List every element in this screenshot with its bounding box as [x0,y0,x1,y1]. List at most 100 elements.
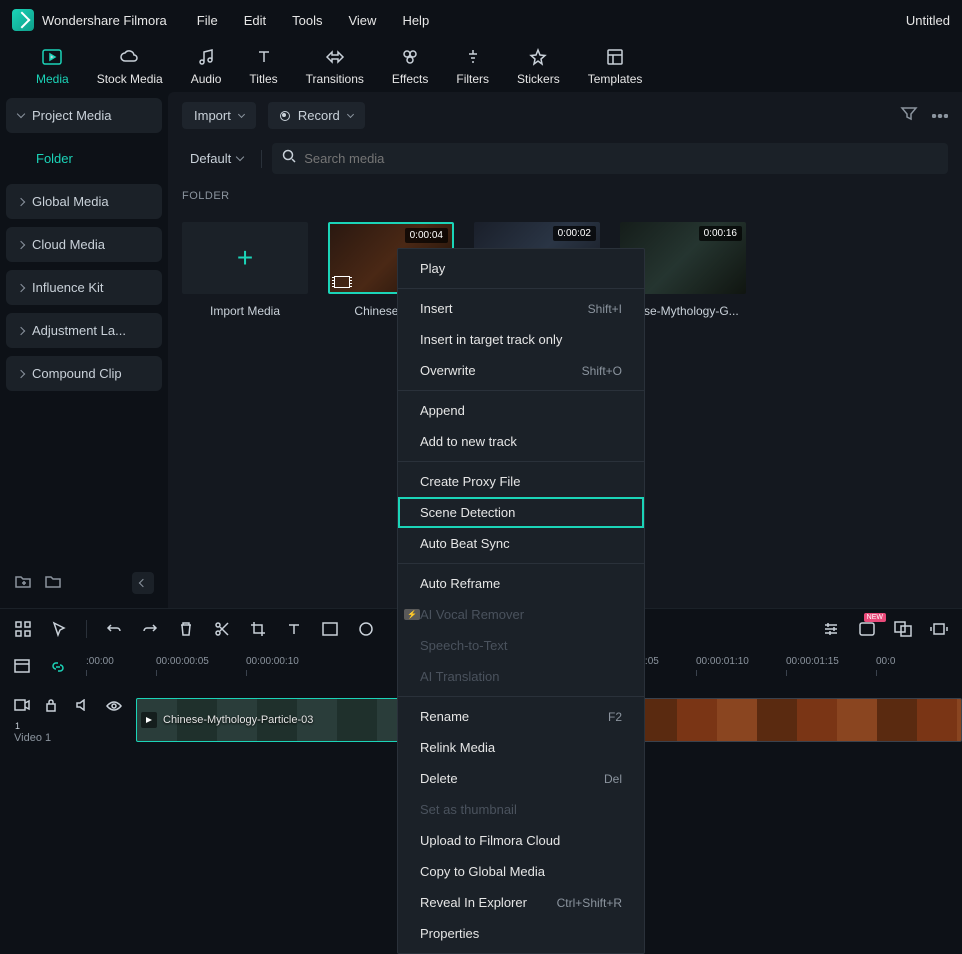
folder-icon[interactable] [44,574,62,592]
sidebar-influence-kit[interactable]: Influence Kit [6,270,162,305]
ctx-reveal-explorer[interactable]: Reveal In ExplorerCtrl+Shift+R [398,887,644,918]
chevron-right-icon [17,197,25,205]
filmstrip-icon [334,276,350,288]
more-icon[interactable] [932,105,948,126]
menu-edit[interactable]: Edit [244,13,266,28]
chevron-down-icon [17,110,25,118]
music-icon [195,46,217,68]
ctx-play[interactable]: Play [398,253,644,284]
ctx-set-thumbnail: Set as thumbnail [398,794,644,825]
chevron-down-icon [238,110,245,117]
menu-view[interactable]: View [348,13,376,28]
split-icon[interactable] [213,620,231,638]
tab-stock-media[interactable]: Stock Media [83,46,177,86]
lock-icon[interactable] [45,698,62,716]
import-dropdown[interactable]: Import [182,102,256,129]
context-menu: Play InsertShift+I Insert in target trac… [397,248,645,954]
tab-media[interactable]: Media [22,46,83,86]
tab-effects[interactable]: Effects [378,46,442,86]
delete-icon[interactable] [177,620,195,638]
chevron-right-icon [17,283,25,291]
sidebar-project-media[interactable]: Project Media [6,98,162,133]
ctx-create-proxy[interactable]: Create Proxy File [398,466,644,497]
chevron-right-icon [17,240,25,248]
collapse-sidebar-button[interactable] [132,572,154,594]
ctx-upload-cloud[interactable]: Upload to Filmora Cloud [398,825,644,856]
ai-tool-icon[interactable] [858,620,876,638]
text-tool-icon[interactable] [285,620,303,638]
text-icon [253,46,275,68]
category-tabs: Media Stock Media Audio Titles Transitio… [0,40,962,92]
chevron-down-icon [236,153,244,161]
crop-icon[interactable] [249,620,267,638]
aspect-icon[interactable] [321,620,339,638]
sidebar-cloud-media[interactable]: Cloud Media [6,227,162,262]
grid-icon[interactable] [14,620,32,638]
visibility-icon[interactable] [106,698,123,716]
tab-filters[interactable]: Filters [442,46,503,86]
folder-heading: FOLDER [168,184,962,208]
document-title: Untitled [906,13,950,28]
effects-icon [399,46,421,68]
cursor-icon[interactable] [50,620,68,638]
menu-file[interactable]: File [197,13,218,28]
search-input[interactable] [272,143,948,174]
menu-tools[interactable]: Tools [292,13,322,28]
sidebar: Project Media Folder Global Media Cloud … [0,92,168,608]
ctx-add-new-track[interactable]: Add to new track [398,426,644,457]
filter-icon[interactable] [900,105,918,126]
undo-icon[interactable] [105,620,123,638]
ctx-insert[interactable]: InsertShift+I [398,293,644,324]
title-bar: Wondershare Filmora File Edit Tools View… [0,0,962,40]
ctx-delete[interactable]: DeleteDel [398,763,644,794]
chevron-left-icon [139,579,147,587]
search-icon [282,149,296,168]
record-dropdown[interactable]: Record [268,102,365,129]
adjust-icon[interactable] [822,620,840,638]
mute-icon[interactable] [75,698,92,716]
ctx-overwrite[interactable]: OverwriteShift+O [398,355,644,386]
tab-titles[interactable]: Titles [235,46,291,86]
record-tool-icon[interactable] [357,620,375,638]
tab-templates[interactable]: Templates [574,46,657,86]
sidebar-adjustment-layer[interactable]: Adjustment La... [6,313,162,348]
ctx-ai-vocal: ⚡AI Vocal Remover [398,599,644,630]
ctx-ai-translation: AI Translation [398,661,644,692]
video-track-icon[interactable]: 1 [14,698,31,716]
sidebar-compound-clip[interactable]: Compound Clip [6,356,162,391]
sort-default-dropdown[interactable]: Default [182,147,251,170]
ctx-scene-detection[interactable]: Scene Detection [398,497,644,528]
ctx-copy-global[interactable]: Copy to Global Media [398,856,644,887]
app-logo-icon [12,9,34,31]
track-header: 1 Video 1 [0,688,136,754]
app-name: Wondershare Filmora [42,13,167,28]
transitions-icon [324,46,346,68]
ctx-speech-to-text: Speech-to-Text [398,630,644,661]
sidebar-global-media[interactable]: Global Media [6,184,162,219]
ctx-insert-target[interactable]: Insert in target track only [398,324,644,355]
ctx-append[interactable]: Append [398,395,644,426]
stickers-icon [527,46,549,68]
tab-transitions[interactable]: Transitions [292,46,378,86]
redo-icon[interactable] [141,620,159,638]
import-media-button[interactable]: + Import Media [182,222,308,318]
translate-icon[interactable] [894,620,912,638]
media-icon [41,46,63,68]
tab-stickers[interactable]: Stickers [503,46,574,86]
link-icon[interactable] [50,659,68,677]
ctx-auto-beat[interactable]: Auto Beat Sync [398,528,644,559]
timeline-menu-icon[interactable] [14,659,32,677]
record-icon [280,111,290,121]
export-icon[interactable] [930,620,948,638]
templates-icon [604,46,626,68]
ctx-relink[interactable]: Relink Media [398,732,644,763]
menu-help[interactable]: Help [402,13,429,28]
ctx-rename[interactable]: RenameF2 [398,701,644,732]
sidebar-folder[interactable]: Folder [6,141,162,176]
new-folder-icon[interactable] [14,574,32,592]
ctx-auto-reframe[interactable]: Auto Reframe [398,568,644,599]
tab-audio[interactable]: Audio [177,46,236,86]
play-icon [141,712,157,728]
timeline-clip[interactable] [636,698,962,742]
ctx-properties[interactable]: Properties [398,918,644,949]
